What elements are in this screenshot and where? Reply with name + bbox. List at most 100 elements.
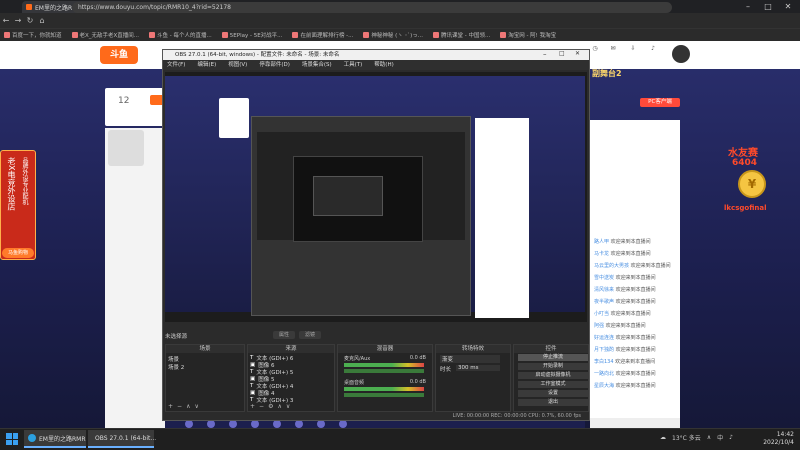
virtual-camera-button[interactable]: 启动虚拟摄像机 — [518, 372, 588, 379]
menu-scene-collection[interactable]: 场景集合(S) — [302, 60, 332, 70]
gift-icon[interactable] — [207, 420, 215, 428]
mixer-channel-name: 桌面音频 — [344, 380, 365, 386]
filters-button[interactable]: 滤镜 — [299, 331, 321, 339]
download-icon[interactable]: ⇩ — [626, 45, 640, 63]
minimize-icon[interactable]: – — [740, 0, 756, 13]
properties-button[interactable]: 属性 — [273, 331, 295, 339]
menu-help[interactable]: 帮助(H) — [374, 60, 393, 70]
gift-icon[interactable] — [273, 420, 281, 428]
home-icon[interactable]: ⌂ — [36, 16, 48, 25]
maximize-icon[interactable]: □ — [760, 0, 776, 13]
chat-username[interactable]: 星辰大海 — [594, 383, 616, 389]
reload-icon[interactable]: ↻ — [24, 16, 36, 25]
user-avatar[interactable] — [672, 45, 690, 63]
bookmark-item[interactable]: 百度一下，你就知道 — [4, 31, 62, 39]
remove-scene-icon[interactable]: − — [177, 403, 182, 410]
clock-date: 2022/10/4 — [763, 439, 794, 446]
gift-icon[interactable] — [339, 420, 347, 428]
obs-maximize-icon[interactable]: □ — [559, 50, 565, 57]
windows-start-icon[interactable] — [6, 433, 18, 445]
chat-username[interactable]: 小叮当 — [594, 311, 611, 317]
site-logo[interactable]: 斗鱼 — [100, 46, 138, 64]
gift-icon[interactable] — [251, 420, 259, 428]
weather-text[interactable]: 13°C 多云 — [672, 433, 701, 442]
side-promo-banner[interactable]: 老X电竞外设店 品牌外设专业配机 — [0, 150, 36, 260]
scene-item[interactable]: 场景 2 — [168, 363, 184, 371]
gift-icon[interactable] — [317, 420, 325, 428]
chat-username[interactable]: 阿强 — [594, 323, 606, 329]
menu-tools[interactable]: 工具(T) — [344, 60, 363, 70]
ime-indicator[interactable]: 中 — [717, 433, 723, 442]
gift-icon[interactable]: ✉ — [606, 45, 620, 63]
mixer-dock: 混音器 麦克风/Aux 0.0 dB 桌面音频 0.0 dB — [337, 344, 433, 412]
exit-button[interactable]: 退出 — [518, 399, 588, 406]
bookmark-item[interactable]: 老X_无敌手老X直播间... — [71, 31, 139, 39]
close-window-icon[interactable]: ✕ — [780, 0, 796, 13]
chat-username[interactable]: 李白134 — [594, 359, 615, 365]
duration-input[interactable]: 300 ms — [456, 365, 500, 371]
menu-docks[interactable]: 停靠部件(D) — [259, 60, 290, 70]
promo-shop-button[interactable]: 马鱼购物 — [2, 248, 34, 258]
nested-obs-window-3 — [313, 176, 383, 216]
bookmark-item[interactable]: 斗鱼 - 每个人的直播... — [149, 31, 212, 39]
gift-icon[interactable] — [185, 420, 193, 428]
move-up-icon[interactable]: ∧ — [186, 403, 190, 410]
taskbar-clock[interactable]: 14:42 2022/10/4 — [748, 431, 794, 447]
bookmark-icon — [221, 32, 228, 38]
chat-username[interactable]: 夜半歌声 — [594, 299, 616, 305]
move-down-icon[interactable]: ∨ — [286, 403, 290, 410]
obs-menu-bar: 文件(F) 编辑(E) 视图(V) 停靠部件(D) 场景集合(S) 工具(T) … — [163, 60, 589, 70]
chat-message: 路人甲 欢迎来到本直播间 — [594, 238, 651, 245]
volume-slider[interactable] — [344, 393, 424, 397]
volume-slider[interactable] — [344, 369, 424, 373]
chat-username[interactable]: 马卡龙 — [594, 251, 611, 257]
move-down-icon[interactable]: ∨ — [194, 403, 198, 410]
weather-icon[interactable]: ☁ — [660, 434, 666, 441]
bookmark-item[interactable]: 淘宝网 - 阿! 我淘宝 — [500, 31, 556, 39]
address-bar-row: ← → ↻ ⌂ — [0, 13, 800, 28]
bookmark-item[interactable]: 在前面理解排行榜 -... — [292, 31, 353, 39]
transition-select[interactable]: 渐变 — [440, 355, 500, 363]
history-icon[interactable]: ◷ — [588, 45, 602, 63]
stop-streaming-button[interactable]: 停止推流 — [518, 354, 588, 361]
url-field[interactable]: https://www.douyu.com/topic/RMR10_4?rid=… — [72, 2, 672, 13]
obs-minimize-icon[interactable]: – — [543, 50, 547, 58]
add-source-icon[interactable]: + — [250, 403, 255, 410]
menu-file[interactable]: 文件(F) — [167, 60, 185, 70]
menu-view[interactable]: 视图(V) — [228, 60, 247, 70]
chat-username[interactable]: 月下独酌 — [594, 347, 616, 353]
chat-username[interactable]: 一路向北 — [594, 371, 616, 377]
start-recording-button[interactable]: 开始录制 — [518, 363, 588, 370]
chat-username[interactable]: 路人甲 — [594, 239, 611, 245]
speaker-icon[interactable]: ♪ — [729, 434, 733, 441]
chat-username[interactable]: 清风徐来 — [594, 287, 616, 293]
taskbar-browser-item[interactable]: EM里的之路RMR — [24, 430, 86, 448]
move-up-icon[interactable]: ∧ — [277, 403, 281, 410]
bookmark-item[interactable]: 腾讯课堂 - 中国领... — [432, 31, 491, 39]
back-icon[interactable]: ← — [0, 16, 12, 25]
streamer-avatar[interactable] — [108, 130, 144, 166]
taskbar-obs-item[interactable]: OBS 27.0.1 (64-bit... — [88, 430, 156, 448]
bookmark-item[interactable]: 5EPlay - 5E对战平... — [221, 31, 282, 39]
chat-username[interactable]: 好运连连 — [594, 335, 616, 341]
chat-username[interactable]: 雪中送炭 — [594, 275, 616, 281]
add-scene-icon[interactable]: + — [168, 403, 173, 410]
remove-source-icon[interactable]: − — [259, 403, 264, 410]
bookmark-label: 腾讯课堂 - 中国领... — [440, 33, 491, 39]
scene-item[interactable]: 场景 — [168, 355, 179, 363]
event-badge[interactable]: 水友赛 6404 ¥ lkcsgofinal — [720, 140, 798, 240]
forward-icon[interactable]: → — [12, 16, 24, 25]
studio-mode-button[interactable]: 工作室模式 — [518, 381, 588, 388]
gift-icon[interactable] — [295, 420, 303, 428]
obs-close-icon[interactable]: ✕ — [575, 50, 580, 57]
bell-icon[interactable]: ♪ — [646, 45, 660, 63]
chat-username[interactable]: 马云里的大男孩 — [594, 263, 631, 269]
gift-icon[interactable] — [229, 420, 237, 428]
chevron-up-icon[interactable]: ∧ — [707, 434, 711, 441]
gear-icon[interactable]: ⚙ — [268, 403, 273, 410]
bookmark-item[interactable]: 神秘神秘 (ヽ ･ˋ)っ... — [363, 31, 423, 39]
menu-edit[interactable]: 编辑(E) — [197, 60, 216, 70]
pc-client-button[interactable]: PC客户端 — [640, 98, 680, 107]
obs-title-bar: OBS 27.0.1 (64-bit, windows) - 配置文件: 未命名… — [163, 50, 589, 60]
settings-button[interactable]: 设置 — [518, 390, 588, 397]
